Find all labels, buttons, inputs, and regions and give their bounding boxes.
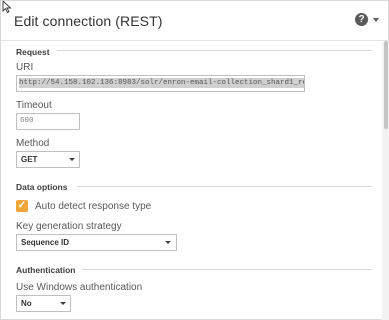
section-divider [57, 50, 372, 51]
method-value: GET [21, 155, 38, 164]
timeout-input[interactable]: 600 [16, 113, 80, 130]
mouse-cursor-icon [2, 1, 12, 13]
uri-label: URI [16, 62, 34, 73]
key-strategy-label: Key generation strategy [16, 221, 122, 232]
auto-detect-checkbox[interactable]: ✓ [16, 200, 28, 212]
method-label: Method [16, 138, 50, 149]
windows-auth-value: No [21, 299, 32, 308]
help-icon: ? [355, 13, 368, 26]
uri-value: http://54.158.102.136:8983/solr/enron-em… [19, 78, 304, 88]
caret-down-icon [373, 18, 379, 22]
dialog-content: Request URI http://54.158.102.136:8983/s… [1, 42, 382, 320]
method-select[interactable]: GET [16, 151, 80, 168]
chevron-down-icon [69, 158, 75, 161]
help-menu-button[interactable]: ? [355, 13, 383, 29]
checkmark-icon: ✓ [17, 200, 27, 211]
chevron-down-icon [60, 302, 66, 305]
chevron-down-icon [165, 241, 171, 244]
uri-input[interactable]: http://54.158.102.136:8983/solr/enron-em… [16, 75, 305, 92]
key-strategy-value: Sequence ID [21, 238, 70, 247]
timeout-label: Timeout [16, 100, 52, 111]
section-title-request: Request [16, 47, 50, 57]
edit-connection-dialog: Edit connection (REST) ? Request URI htt… [0, 0, 389, 320]
key-strategy-select[interactable]: Sequence ID [16, 234, 177, 251]
section-title-authentication: Authentication [16, 265, 76, 275]
section-divider [77, 186, 372, 187]
section-divider [82, 269, 372, 270]
auto-detect-label: Auto detect response type [35, 201, 152, 212]
scrollbar-thumb[interactable] [384, 41, 388, 129]
dialog-header: Edit connection (REST) ? [1, 1, 389, 41]
section-title-data-options: Data options [16, 182, 68, 192]
dialog-title: Edit connection (REST) [14, 13, 163, 29]
windows-auth-label: Use Windows authentication [16, 282, 143, 293]
windows-auth-select[interactable]: No [16, 295, 71, 312]
